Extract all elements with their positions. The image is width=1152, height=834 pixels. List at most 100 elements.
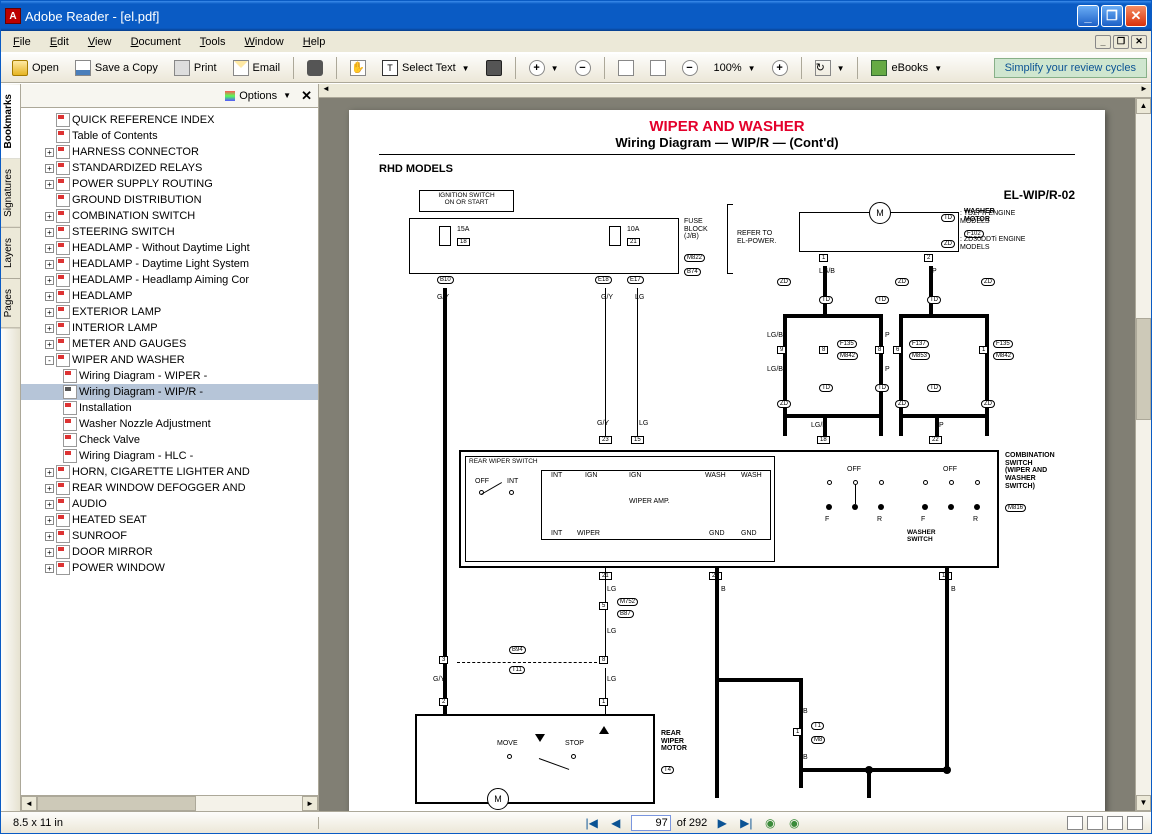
bookmark-item[interactable]: +HEADLAMP - Headlamp Aiming Cor [21,272,318,288]
page-number-input[interactable] [631,815,671,831]
save-copy-button[interactable]: Save a Copy [68,57,165,79]
expand-icon[interactable]: + [45,484,54,493]
expand-icon[interactable]: + [45,180,54,189]
open-button[interactable]: Open [5,57,66,79]
expand-icon[interactable]: + [45,564,54,573]
bookmark-item[interactable]: +STANDARDIZED RELAYS [21,160,318,176]
bookmark-item[interactable]: +HEATED SEAT [21,512,318,528]
page-viewport[interactable]: WIPER AND WASHER Wiring Diagram — WIP/R … [319,98,1135,811]
expand-icon[interactable]: - [45,356,54,365]
bookmark-item[interactable]: +COMBINATION SWITCH [21,208,318,224]
bookmark-item[interactable]: +AUDIO [21,496,318,512]
bookmark-item[interactable]: +EXTERIOR LAMP [21,304,318,320]
expand-icon[interactable]: + [45,292,54,301]
bookmarks-hscroll[interactable]: ◄► [21,795,318,811]
bookmark-item[interactable]: Installation [21,400,318,416]
maximize-button[interactable]: ❐ [1101,5,1123,27]
bookmark-item[interactable]: +HEADLAMP - Daytime Light System [21,256,318,272]
expand-icon[interactable]: + [45,164,54,173]
bookmark-item[interactable]: Check Valve [21,432,318,448]
tab-layers[interactable]: Layers [1,228,20,279]
expand-icon[interactable]: + [45,324,54,333]
mdi-close[interactable]: ✕ [1131,35,1147,49]
snapshot-tool[interactable] [479,57,509,79]
expand-icon[interactable]: + [45,276,54,285]
menu-help[interactable]: Help [295,34,334,50]
ebooks-button[interactable]: eBooks▼ [864,57,949,79]
first-page-button[interactable]: |◀ [583,814,601,832]
expand-icon[interactable]: + [45,228,54,237]
bookmark-item[interactable]: +REAR WINDOW DEFOGGER AND [21,480,318,496]
review-cycles-link[interactable]: Simplify your review cycles [994,58,1147,78]
expand-icon[interactable]: + [45,340,54,349]
next-page-button[interactable]: ▶ [713,814,731,832]
expand-icon[interactable]: + [45,516,54,525]
bookmark-item[interactable]: GROUND DISTRIBUTION [21,192,318,208]
menu-tools[interactable]: Tools [192,34,234,50]
bookmark-item[interactable]: Wiring Diagram - WIPER - [21,368,318,384]
email-button[interactable]: Email [226,57,288,79]
bookmark-item[interactable]: QUICK REFERENCE INDEX [21,112,318,128]
nav-fwd-button[interactable]: ◉ [785,814,803,832]
bookmark-item[interactable]: Wiring Diagram - WIP/R - [21,384,318,400]
hscroll-right[interactable]: ► [1137,84,1151,97]
menu-view[interactable]: View [80,34,120,50]
zoom-level[interactable]: 100%▼ [707,59,763,77]
hscroll-left[interactable]: ◄ [319,84,333,97]
bookmark-item[interactable]: +METER AND GAUGES [21,336,318,352]
bookmark-item[interactable]: +HORN, CIGARETTE LIGHTER AND [21,464,318,480]
hand-tool[interactable]: ✋ [343,57,373,79]
search-button[interactable] [300,57,330,79]
rotate-button[interactable]: ↻▼ [808,57,852,79]
expand-icon[interactable]: + [45,468,54,477]
minimize-button[interactable]: _ [1077,5,1099,27]
bookmark-item[interactable]: +STEERING SWITCH [21,224,318,240]
fit-page-button[interactable] [643,57,673,79]
bookmark-item[interactable]: +INTERIOR LAMP [21,320,318,336]
bookmark-item[interactable]: Wiring Diagram - HLC - [21,448,318,464]
bookmarks-close[interactable]: ✕ [301,88,312,104]
actual-size-button[interactable] [611,57,641,79]
continuous-view[interactable] [1087,816,1103,830]
zoom-in-button[interactable]: +▼ [522,57,566,79]
bookmark-item[interactable]: +POWER SUPPLY ROUTING [21,176,318,192]
bookmark-item[interactable]: +HARNESS CONNECTOR [21,144,318,160]
expand-icon[interactable]: + [45,548,54,557]
menu-window[interactable]: Window [237,34,292,50]
prev-page-button[interactable]: ◀ [607,814,625,832]
select-text-tool[interactable]: TSelect Text▼ [375,57,477,79]
continuous-facing-view[interactable] [1127,816,1143,830]
close-button[interactable]: ✕ [1125,5,1147,27]
expand-icon[interactable]: + [45,212,54,221]
expand-icon[interactable]: + [45,532,54,541]
menu-file[interactable]: FFileile [5,34,39,50]
facing-view[interactable] [1107,816,1123,830]
expand-icon[interactable]: + [45,308,54,317]
expand-icon[interactable]: + [45,260,54,269]
zoom-out-button[interactable]: − [568,57,598,79]
zoom-plus-button[interactable]: + [765,57,795,79]
single-page-view[interactable] [1067,816,1083,830]
tab-bookmarks[interactable]: Bookmarks [1,84,20,159]
mdi-minimize[interactable]: _ [1095,35,1111,49]
menu-document[interactable]: Document [123,34,189,50]
menu-edit[interactable]: Edit [42,34,77,50]
bookmark-item[interactable]: +POWER WINDOW [21,560,318,576]
bookmark-item[interactable]: +DOOR MIRROR [21,544,318,560]
mdi-restore[interactable]: ❐ [1113,35,1129,49]
bookmark-item[interactable]: Washer Nozzle Adjustment [21,416,318,432]
bookmarks-options[interactable]: Options ▼ [225,90,291,102]
last-page-button[interactable]: ▶| [737,814,755,832]
fit-width-button[interactable]: − [675,57,705,79]
expand-icon[interactable]: + [45,500,54,509]
tab-pages[interactable]: Pages [1,279,20,328]
bookmark-item[interactable]: +HEADLAMP [21,288,318,304]
bookmark-item[interactable]: Table of Contents [21,128,318,144]
bookmark-item[interactable]: -WIPER AND WASHER [21,352,318,368]
print-button[interactable]: Print [167,57,224,79]
vertical-scrollbar[interactable]: ▲▼ [1135,98,1151,811]
bookmark-item[interactable]: +SUNROOF [21,528,318,544]
expand-icon[interactable]: + [45,148,54,157]
expand-icon[interactable]: + [45,244,54,253]
nav-back-button[interactable]: ◉ [761,814,779,832]
